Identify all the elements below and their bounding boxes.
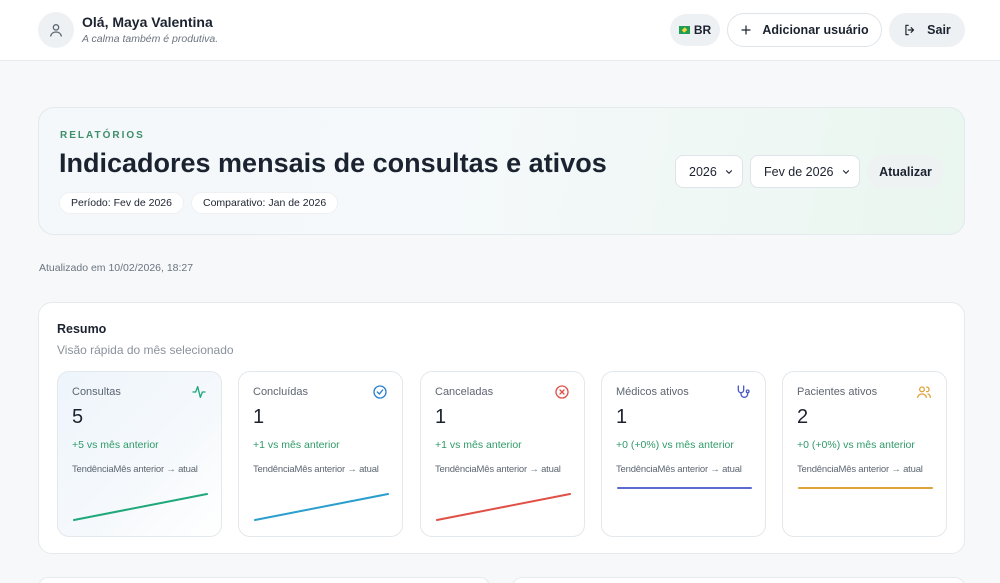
year-select[interactable]: 2026 bbox=[675, 155, 743, 188]
comparison-chip: Comparativo: Jan de 2026 bbox=[191, 192, 339, 214]
metric-value: 1 bbox=[435, 406, 447, 428]
trend-range: Mês anterior → atual bbox=[294, 464, 379, 475]
check-circle-icon bbox=[373, 385, 387, 399]
trend-label: Tendência bbox=[253, 464, 295, 475]
summary-subtitle: Visão rápida do mês selecionado bbox=[57, 343, 234, 357]
trend-sparkline bbox=[617, 487, 752, 489]
metric-label: Médicos ativos bbox=[616, 386, 689, 398]
metric-delta: +0 (+0%) vs mês anterior bbox=[616, 439, 734, 451]
trend-range: Mês anterior → atual bbox=[838, 464, 923, 475]
metric-delta: +0 (+0%) vs mês anterior bbox=[797, 439, 915, 451]
trend-caption: TendênciaMês anterior → atual bbox=[253, 464, 379, 475]
greeting-name: Olá, Maya Valentina bbox=[82, 14, 213, 30]
trend-range: Mês anterior → atual bbox=[476, 464, 561, 475]
metric-card-concluidas[interactable]: Concluídas 1 +1 vs mês anterior Tendênci… bbox=[238, 371, 403, 537]
last-updated-text: Atualizado em 10/02/2026, 18:27 bbox=[39, 262, 194, 274]
next-panel-right bbox=[512, 577, 965, 583]
metric-card-canceladas[interactable]: Canceladas 1 +1 vs mês anterior Tendênci… bbox=[420, 371, 585, 537]
trend-line bbox=[436, 493, 571, 521]
trend-caption: TendênciaMês anterior → atual bbox=[616, 464, 742, 475]
trend-label: Tendência bbox=[72, 464, 114, 475]
trend-sparkline bbox=[436, 493, 571, 521]
trend-caption: TendênciaMês anterior → atual bbox=[72, 464, 198, 475]
next-panel-left bbox=[38, 577, 490, 583]
metric-value: 2 bbox=[797, 406, 809, 428]
brazil-flag-icon bbox=[678, 26, 690, 34]
summary-title: Resumo bbox=[57, 322, 107, 336]
metric-label: Canceladas bbox=[435, 386, 494, 398]
page-title: Indicadores mensais de consultas e ativo… bbox=[59, 148, 607, 178]
locale-button[interactable]: BR bbox=[670, 14, 720, 46]
metric-delta: +1 vs mês anterior bbox=[435, 439, 522, 451]
period-chip: Período: Fev de 2026 bbox=[59, 192, 184, 214]
metric-value: 1 bbox=[616, 406, 628, 428]
trend-line bbox=[73, 493, 208, 521]
trend-caption: TendênciaMês anterior → atual bbox=[797, 464, 923, 475]
metric-card-pacientes-ativos[interactable]: Pacientes ativos 2 +0 (+0%) vs mês anter… bbox=[782, 371, 947, 537]
metric-card-medicos-ativos[interactable]: Médicos ativos 1 +0 (+0%) vs mês anterio… bbox=[601, 371, 766, 537]
trend-label: Tendência bbox=[797, 464, 839, 475]
user-avatar[interactable] bbox=[38, 12, 74, 48]
month-select-value: Fev de 2026 bbox=[764, 164, 834, 179]
month-select[interactable]: Fev de 2026 bbox=[750, 155, 860, 188]
trend-line bbox=[254, 493, 389, 521]
report-hero: RELATÓRIOS Indicadores mensais de consul… bbox=[38, 107, 965, 235]
stethoscope-icon bbox=[737, 385, 750, 398]
metric-delta: +5 vs mês anterior bbox=[72, 439, 159, 451]
locale-label: BR bbox=[693, 23, 712, 37]
greeting-block: Olá, Maya Valentina A calma também é pro… bbox=[82, 14, 218, 45]
chevron-down-icon bbox=[725, 170, 733, 175]
trend-caption: TendênciaMês anterior → atual bbox=[435, 464, 561, 475]
trend-sparkline bbox=[73, 493, 208, 521]
add-user-button[interactable]: Adicionar usuário bbox=[727, 13, 882, 47]
chevron-down-icon bbox=[842, 170, 850, 175]
metric-value: 5 bbox=[72, 406, 84, 428]
add-user-label: Adicionar usuário bbox=[762, 23, 869, 37]
logout-label: Sair bbox=[927, 23, 951, 37]
metric-label: Concluídas bbox=[253, 386, 309, 398]
metric-card-consultas[interactable]: Consultas 5 +5 vs mês anterior Tendência… bbox=[57, 371, 222, 537]
trend-range: Mês anterior → atual bbox=[113, 464, 198, 475]
metric-label: Pacientes ativos bbox=[797, 386, 878, 398]
summary-panel: Resumo Visão rápida do mês selecionado C… bbox=[38, 302, 965, 554]
logout-icon bbox=[905, 24, 915, 36]
trend-sparkline bbox=[798, 487, 933, 489]
metric-value: 1 bbox=[253, 406, 265, 428]
trend-label: Tendência bbox=[616, 464, 658, 475]
section-eyebrow: RELATÓRIOS bbox=[60, 130, 145, 141]
x-circle-icon bbox=[555, 385, 569, 399]
metric-delta: +1 vs mês anterior bbox=[253, 439, 340, 451]
trend-label: Tendência bbox=[435, 464, 477, 475]
trend-range: Mês anterior → atual bbox=[657, 464, 742, 475]
activity-icon bbox=[192, 386, 206, 398]
top-bar: Olá, Maya Valentina A calma também é pro… bbox=[0, 0, 1000, 61]
greeting-tagline: A calma também é produtiva. bbox=[82, 33, 219, 45]
user-icon bbox=[50, 24, 62, 37]
plus-icon bbox=[741, 25, 751, 35]
users-icon bbox=[917, 386, 931, 398]
year-select-value: 2026 bbox=[689, 164, 717, 179]
update-button[interactable]: Atualizar bbox=[867, 155, 944, 188]
logout-button[interactable]: Sair bbox=[889, 13, 965, 47]
metric-label: Consultas bbox=[72, 386, 121, 398]
trend-sparkline bbox=[254, 493, 389, 521]
